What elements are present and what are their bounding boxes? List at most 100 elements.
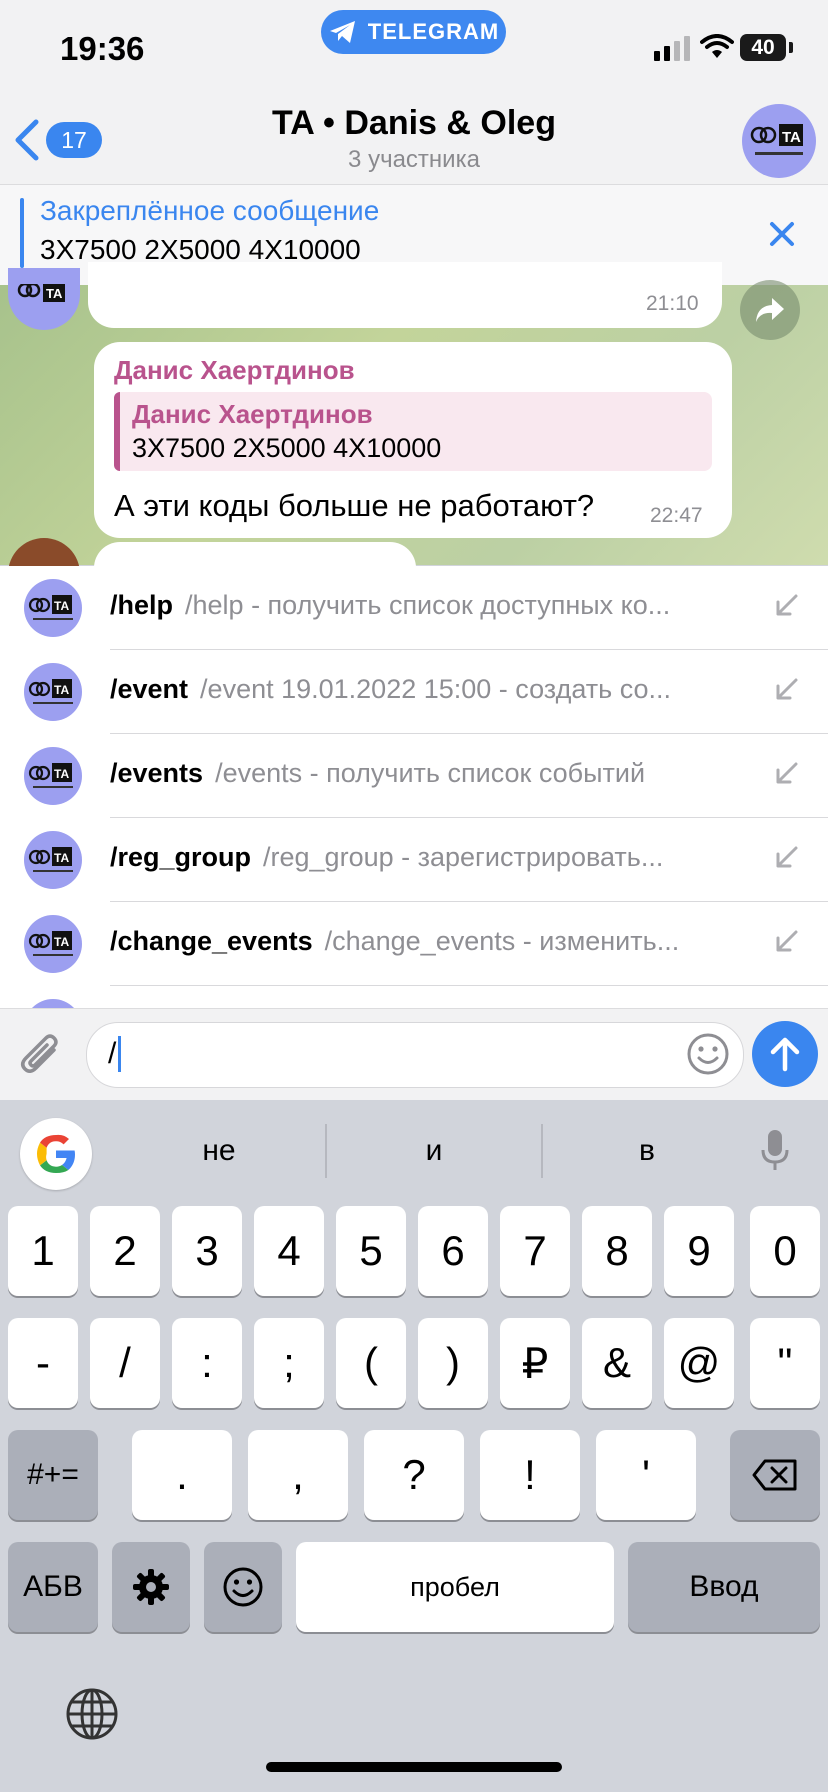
command-row[interactable]: TA /change_events/change_events - измени…: [0, 902, 828, 986]
emoji-key[interactable]: [204, 1542, 282, 1632]
command-name: /event: [110, 674, 189, 704]
back-button[interactable]: 17: [12, 118, 102, 162]
status-time: 19:36: [60, 30, 145, 67]
key-dash[interactable]: -: [8, 1318, 78, 1408]
wifi-icon: [700, 34, 734, 58]
key-9[interactable]: 9: [664, 1206, 734, 1296]
key-quote[interactable]: ": [750, 1318, 820, 1408]
bot-avatar: TA: [24, 579, 82, 637]
settings-key[interactable]: [112, 1542, 190, 1632]
forward-button[interactable]: [740, 280, 800, 340]
teacher-army-logo-icon: TA: [28, 931, 73, 956]
bot-avatar: TA: [24, 663, 82, 721]
svg-text:TA: TA: [46, 286, 63, 301]
key-ruble[interactable]: ₽: [500, 1318, 570, 1408]
command-row[interactable]: [0, 986, 828, 1008]
command-row[interactable]: TA /help/help - получить список доступны…: [0, 566, 828, 650]
suggestion-word[interactable]: в: [567, 1134, 727, 1168]
insert-arrow-icon[interactable]: [772, 676, 800, 704]
command-name: /change_events: [110, 926, 313, 956]
message-bubble[interactable]: [88, 262, 722, 328]
key-slash[interactable]: /: [90, 1318, 160, 1408]
key-close-paren[interactable]: ): [418, 1318, 488, 1408]
key-exclamation[interactable]: !: [480, 1430, 580, 1520]
svg-text:TA: TA: [54, 851, 69, 865]
key-2[interactable]: 2: [90, 1206, 160, 1296]
abc-key[interactable]: АБВ: [8, 1542, 98, 1632]
home-indicator[interactable]: [266, 1762, 562, 1772]
command-row[interactable]: TA /events/events - получить список собы…: [0, 734, 828, 818]
key-question[interactable]: ?: [364, 1430, 464, 1520]
key-period[interactable]: .: [132, 1430, 232, 1520]
teacher-army-logo-icon: TA: [28, 679, 73, 704]
bot-avatar: TA: [24, 747, 82, 805]
suggestion-word[interactable]: не: [139, 1134, 299, 1168]
key-ampersand[interactable]: &: [582, 1318, 652, 1408]
chevron-left-icon: [15, 119, 39, 161]
divider: [541, 1124, 543, 1178]
key-open-paren[interactable]: (: [336, 1318, 406, 1408]
key-4[interactable]: 4: [254, 1206, 324, 1296]
command-description: /change_events - изменить...: [324, 926, 680, 956]
key-at[interactable]: @: [664, 1318, 734, 1408]
key-colon[interactable]: :: [172, 1318, 242, 1408]
google-icon[interactable]: [20, 1118, 92, 1190]
svg-text:TA: TA: [54, 599, 69, 613]
emoji-icon: [223, 1567, 263, 1607]
insert-arrow-icon[interactable]: [772, 928, 800, 956]
microphone-icon[interactable]: [760, 1128, 790, 1174]
unread-count-badge: 17: [46, 122, 102, 158]
insert-arrow-icon[interactable]: [772, 844, 800, 872]
chat-avatar[interactable]: TA: [742, 104, 816, 178]
bot-avatar: TA: [24, 915, 82, 973]
chat-title[interactable]: TA • Danis & Oleg: [200, 104, 628, 143]
symbols-toggle-key[interactable]: #+=: [8, 1430, 98, 1520]
key-3[interactable]: 3: [172, 1206, 242, 1296]
key-apostrophe[interactable]: ': [596, 1430, 696, 1520]
key-semicolon[interactable]: ;: [254, 1318, 324, 1408]
enter-key[interactable]: Ввод: [628, 1542, 820, 1632]
message-text: А эти коды больше не работают?: [114, 488, 595, 523]
send-button[interactable]: [752, 1021, 818, 1087]
bot-avatar: TA: [24, 831, 82, 889]
svg-text:TA: TA: [782, 129, 801, 146]
backspace-key[interactable]: [730, 1430, 820, 1520]
telegram-icon: [329, 21, 355, 43]
command-description: /help - получить список доступных ко...: [185, 590, 671, 620]
key-6[interactable]: 6: [418, 1206, 488, 1296]
battery-icon: 40: [740, 34, 786, 61]
key-5[interactable]: 5: [336, 1206, 406, 1296]
teacher-army-logo-icon: TA: [28, 763, 73, 788]
teacher-army-logo-icon: TA: [28, 595, 73, 620]
sticker-emoji-icon[interactable]: [686, 1032, 730, 1076]
backspace-icon: [752, 1459, 797, 1491]
insert-arrow-icon[interactable]: [772, 760, 800, 788]
bot-avatar: [24, 999, 82, 1008]
google-logo-icon: [36, 1134, 75, 1173]
pinned-accent-bar: [20, 198, 24, 268]
key-0[interactable]: 0: [750, 1206, 820, 1296]
divider: [325, 1124, 327, 1178]
text-caret: [118, 1036, 121, 1072]
key-8[interactable]: 8: [582, 1206, 652, 1296]
command-row[interactable]: TA /event/event 19.01.2022 15:00 - созда…: [0, 650, 828, 734]
space-key[interactable]: пробел: [296, 1542, 614, 1632]
return-to-telegram-pill[interactable]: TELEGRAM: [321, 10, 506, 54]
command-name: /help: [110, 590, 174, 620]
insert-arrow-icon[interactable]: [772, 592, 800, 620]
svg-text:TA: TA: [54, 935, 69, 949]
suggestion-word[interactable]: и: [354, 1134, 514, 1168]
message-input[interactable]: [86, 1022, 744, 1088]
command-row[interactable]: TA /reg_group/reg_group - зарегистрирова…: [0, 818, 828, 902]
close-icon[interactable]: [764, 216, 800, 252]
key-comma[interactable]: ,: [248, 1430, 348, 1520]
message-sender: Данис Хаертдинов: [114, 355, 355, 385]
forward-icon: [756, 298, 784, 322]
command-description: /reg_group - зарегистрировать...: [263, 842, 664, 872]
attach-icon[interactable]: [20, 1030, 64, 1080]
key-7[interactable]: 7: [500, 1206, 570, 1296]
teacher-army-logo-icon: TA: [750, 124, 803, 155]
globe-icon[interactable]: [64, 1686, 120, 1742]
key-1[interactable]: 1: [8, 1206, 78, 1296]
reply-text: 3X7500 2X5000 4X10000: [132, 433, 442, 463]
